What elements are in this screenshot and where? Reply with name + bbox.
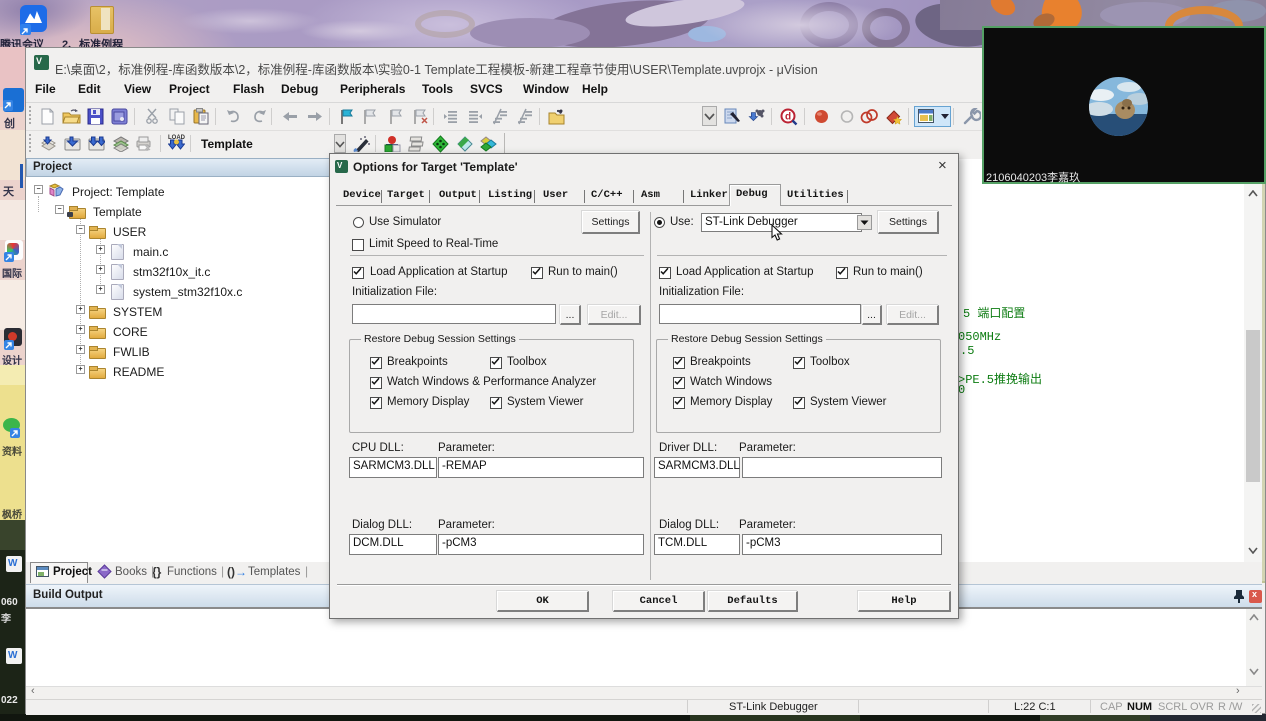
svg-text:d: d [785,112,791,123]
